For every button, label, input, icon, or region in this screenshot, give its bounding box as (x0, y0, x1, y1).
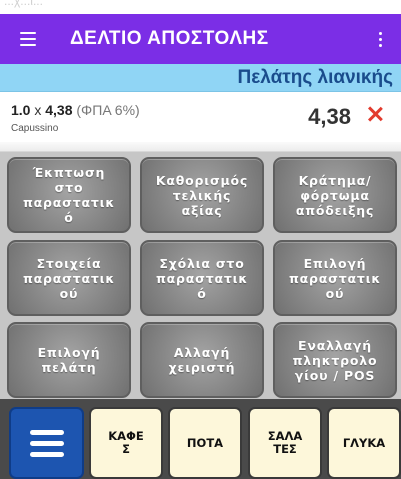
switch-keyboard-button[interactable]: Εναλλαγή πληκτρολο γίου / POS (273, 322, 397, 398)
category-coffees[interactable]: ΚΑΦΕ Σ (89, 407, 163, 479)
more-vert-icon[interactable] (365, 14, 395, 64)
category-drinks[interactable]: ΠΟΤΑ (168, 407, 242, 479)
hamburger-menu-icon[interactable] (8, 14, 48, 64)
set-final-value-button[interactable]: Καθορισμός τελικής αξίας (140, 157, 264, 233)
status-bar: ...χ...ι... (0, 0, 401, 14)
app-bar: ΔΕΛΤΙΟ ΑΠΟΣΤΟΛΗΣ (0, 14, 401, 64)
hold-receipt-button[interactable]: Κράτημα/ φόρτωμα απόδειξης (273, 157, 397, 233)
select-customer-button[interactable]: Επιλογή πελάτη (7, 322, 131, 398)
order-line-quantity: 1.0 x 4,38 (ΦΠΑ 6%) (11, 102, 140, 118)
status-text: ...χ...ι... (4, 0, 43, 8)
page-title: ΔΕΛΤΙΟ ΑΠΟΣΤΟΛΗΣ (70, 28, 269, 49)
document-comments-button[interactable]: Σχόλια στο παραστατικ ό (140, 240, 264, 316)
customer-bar[interactable]: Πελάτης λιανικής (0, 64, 401, 92)
order-list-divider (0, 142, 401, 152)
item-name: Capussino (11, 123, 59, 134)
times-sign: x (34, 102, 42, 118)
select-document-button[interactable]: Επιλογή παραστατικ ού (273, 240, 397, 316)
category-salads[interactable]: ΣΑΛΑ ΤΕΣ (248, 407, 322, 479)
order-line-item[interactable]: 1.0 x 4,38 (ΦΠΑ 6%) Capussino 4,38 (0, 92, 401, 142)
category-menu-icon[interactable] (9, 407, 84, 479)
close-icon[interactable] (367, 106, 383, 122)
unit-price: 4,38 (45, 102, 73, 118)
quantity-value: 1.0 (11, 102, 31, 118)
customer-label: Πελάτης λιανικής (237, 66, 393, 88)
line-total: 4,38 (308, 104, 351, 129)
change-operator-button[interactable]: Αλλαγή χειριστή (140, 322, 264, 398)
discount-button[interactable]: Έκπτωση στο παραστατικ ό (7, 157, 131, 233)
category-sweets[interactable]: ΓΛΥΚΑ (327, 407, 401, 479)
vat-rate: (ΦΠΑ 6%) (76, 102, 140, 118)
document-details-button[interactable]: Στοιχεία παραστατικ ού (7, 240, 131, 316)
